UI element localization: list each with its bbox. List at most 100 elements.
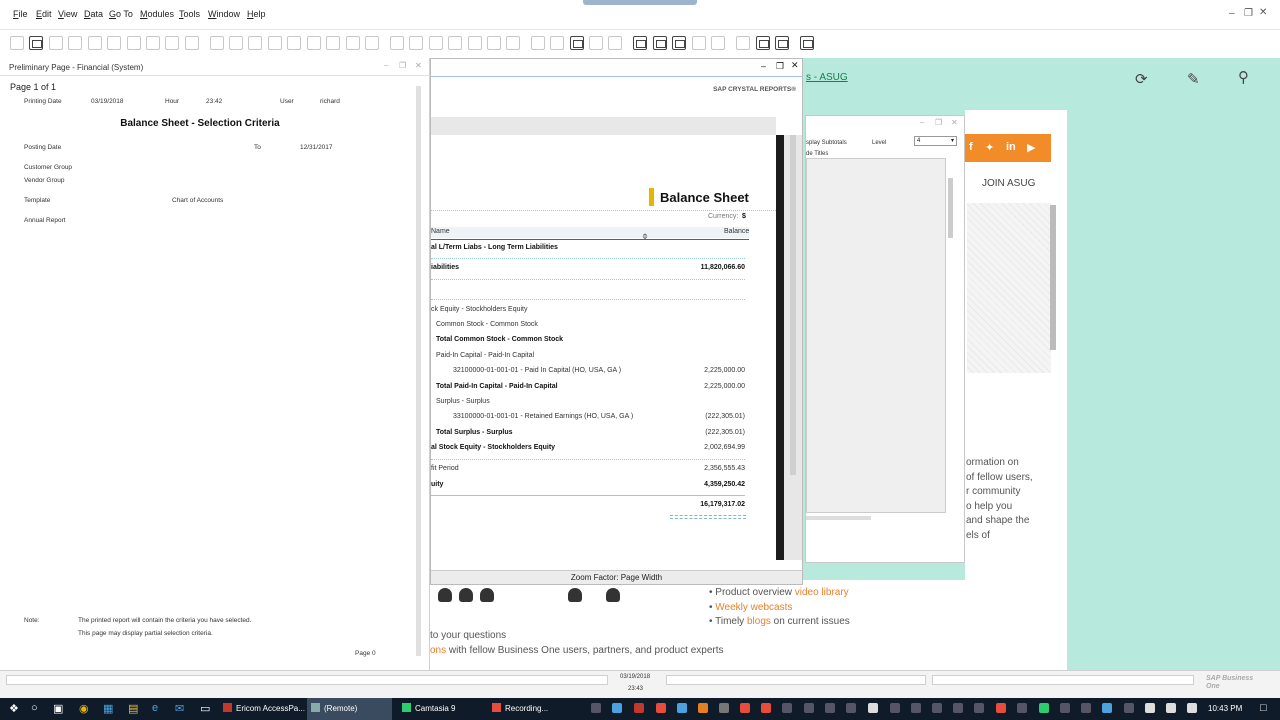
cockpit-icon[interactable] bbox=[736, 36, 750, 50]
restore-icon[interactable]: ❐ bbox=[935, 118, 942, 127]
tray-icon[interactable] bbox=[911, 703, 921, 713]
tray-icon[interactable] bbox=[804, 703, 814, 713]
minimize-icon[interactable]: – bbox=[384, 61, 388, 70]
tray-icon[interactable] bbox=[932, 703, 942, 713]
base-doc-icon[interactable] bbox=[390, 36, 404, 50]
network-icon[interactable] bbox=[1145, 703, 1155, 713]
mail-icon[interactable]: ✉ bbox=[175, 702, 184, 715]
form-settings-icon[interactable] bbox=[570, 36, 584, 50]
task-ericom[interactable]: Ericom AccessPa... bbox=[219, 698, 305, 720]
add-icon[interactable] bbox=[229, 36, 243, 50]
volume-icon[interactable] bbox=[1166, 703, 1176, 713]
menu-edit[interactable]: Edit bbox=[36, 9, 52, 19]
youtube-icon[interactable]: ▶ bbox=[1027, 141, 1035, 154]
restore-icon[interactable]: ❐ bbox=[776, 61, 784, 72]
tray-icon[interactable] bbox=[782, 703, 792, 713]
excel-icon[interactable] bbox=[107, 36, 121, 50]
edge-icon[interactable]: e bbox=[152, 702, 158, 714]
drag-relate-icon[interactable] bbox=[653, 36, 667, 50]
find-icon[interactable] bbox=[210, 36, 224, 50]
report-icon[interactable] bbox=[672, 36, 686, 50]
webcasts-link[interactable]: Weekly webcasts bbox=[715, 602, 792, 613]
target-doc-icon[interactable] bbox=[409, 36, 423, 50]
last-record-icon[interactable] bbox=[307, 36, 321, 50]
prelim-scrollbar[interactable] bbox=[416, 86, 421, 656]
report-scrollbar[interactable] bbox=[790, 135, 796, 475]
tray-icon[interactable] bbox=[1039, 703, 1049, 713]
twitter-icon[interactable]: ✦ bbox=[985, 141, 994, 154]
widget-icon[interactable] bbox=[756, 36, 770, 50]
blogs-link[interactable]: blogs bbox=[747, 616, 771, 627]
task-view-icon[interactable]: ▣ bbox=[53, 702, 63, 715]
close-icon[interactable]: ✕ bbox=[415, 61, 422, 70]
attach-icon[interactable] bbox=[185, 36, 199, 50]
task-camtasia[interactable]: Camtasia 9 bbox=[398, 698, 484, 720]
restore-icon[interactable]: ❐ bbox=[399, 61, 406, 70]
folder-icon[interactable]: ▤ bbox=[128, 702, 138, 715]
keyboard-icon[interactable] bbox=[1187, 703, 1197, 713]
word-icon[interactable] bbox=[127, 36, 141, 50]
join-asug-link[interactable]: JOIN ASUG bbox=[982, 178, 1035, 189]
tray-icon[interactable] bbox=[974, 703, 984, 713]
bluetooth-icon[interactable] bbox=[677, 703, 687, 713]
tray-icon[interactable] bbox=[1102, 703, 1112, 713]
asug-link[interactable]: s - ASUG bbox=[806, 72, 848, 83]
customize-icon[interactable] bbox=[692, 36, 706, 50]
close-icon[interactable]: ✕ bbox=[951, 118, 958, 127]
search-icon[interactable]: ⚲ bbox=[1238, 68, 1249, 86]
tray-icon[interactable] bbox=[825, 703, 835, 713]
menu-data[interactable]: Data bbox=[84, 9, 103, 19]
tray-icon[interactable] bbox=[1017, 703, 1027, 713]
list-scrollbar[interactable] bbox=[948, 178, 953, 238]
tray-icon[interactable] bbox=[1124, 703, 1134, 713]
menu-goto[interactable]: Go To bbox=[109, 9, 133, 19]
tray-icon[interactable] bbox=[698, 703, 708, 713]
filter-icon[interactable] bbox=[346, 36, 360, 50]
reload-icon[interactable]: ⟳ bbox=[1135, 70, 1148, 88]
chrome-icon[interactable]: ◉ bbox=[79, 702, 89, 715]
menu-file[interactable]: File bbox=[13, 9, 28, 19]
tray-icon[interactable] bbox=[612, 703, 622, 713]
settings-form-icon[interactable] bbox=[550, 36, 564, 50]
print-icon[interactable] bbox=[29, 36, 43, 50]
tray-icon[interactable] bbox=[656, 703, 666, 713]
next-record-icon[interactable] bbox=[287, 36, 301, 50]
minimize-icon[interactable]: – bbox=[761, 61, 766, 71]
volume-icon[interactable] bbox=[506, 36, 520, 50]
message-icon[interactable] bbox=[589, 36, 603, 50]
tray-icon[interactable] bbox=[1081, 703, 1091, 713]
discussions-link[interactable]: ons bbox=[430, 645, 446, 656]
page-scrollbar[interactable] bbox=[1050, 205, 1056, 350]
cloud-icon[interactable] bbox=[868, 703, 878, 713]
layout-icon[interactable] bbox=[487, 36, 501, 50]
store-icon[interactable]: ▦ bbox=[103, 702, 113, 715]
windows-start-icon[interactable]: ❖ bbox=[9, 702, 19, 715]
gross-profit-icon[interactable] bbox=[448, 36, 462, 50]
edit-form-icon[interactable] bbox=[531, 36, 545, 50]
new-icon[interactable] bbox=[10, 36, 24, 50]
sms-icon[interactable] bbox=[88, 36, 102, 50]
tray-icon[interactable] bbox=[634, 703, 644, 713]
minimize-icon[interactable]: – bbox=[1229, 8, 1235, 19]
gear-icon[interactable] bbox=[711, 36, 725, 50]
level-select[interactable]: 4 ▾ bbox=[914, 136, 957, 146]
tray-icon[interactable] bbox=[890, 703, 900, 713]
move-icon[interactable] bbox=[165, 36, 179, 50]
payment-icon[interactable] bbox=[468, 36, 482, 50]
prev-record-icon[interactable] bbox=[268, 36, 282, 50]
tray-icon[interactable] bbox=[996, 703, 1006, 713]
tray-people-icon[interactable] bbox=[591, 703, 601, 713]
tray-icon[interactable] bbox=[1060, 703, 1070, 713]
display-subtotals-label[interactable]: splay Subtotals bbox=[806, 140, 847, 146]
facebook-icon[interactable]: f bbox=[969, 141, 973, 153]
first-record-icon[interactable] bbox=[248, 36, 262, 50]
menu-window[interactable]: Window bbox=[208, 9, 240, 19]
task-recording[interactable]: Recording... bbox=[488, 698, 574, 720]
menu-view[interactable]: View bbox=[58, 9, 77, 19]
hide-titles-label[interactable]: de Titles bbox=[806, 151, 828, 157]
tray-icon[interactable] bbox=[719, 703, 729, 713]
tray-icon[interactable] bbox=[740, 703, 750, 713]
taskbar-clock[interactable]: 10:43 PM bbox=[1208, 698, 1242, 720]
menu-modules[interactable]: Modules bbox=[140, 9, 174, 19]
menu-help[interactable]: Help bbox=[247, 9, 266, 19]
